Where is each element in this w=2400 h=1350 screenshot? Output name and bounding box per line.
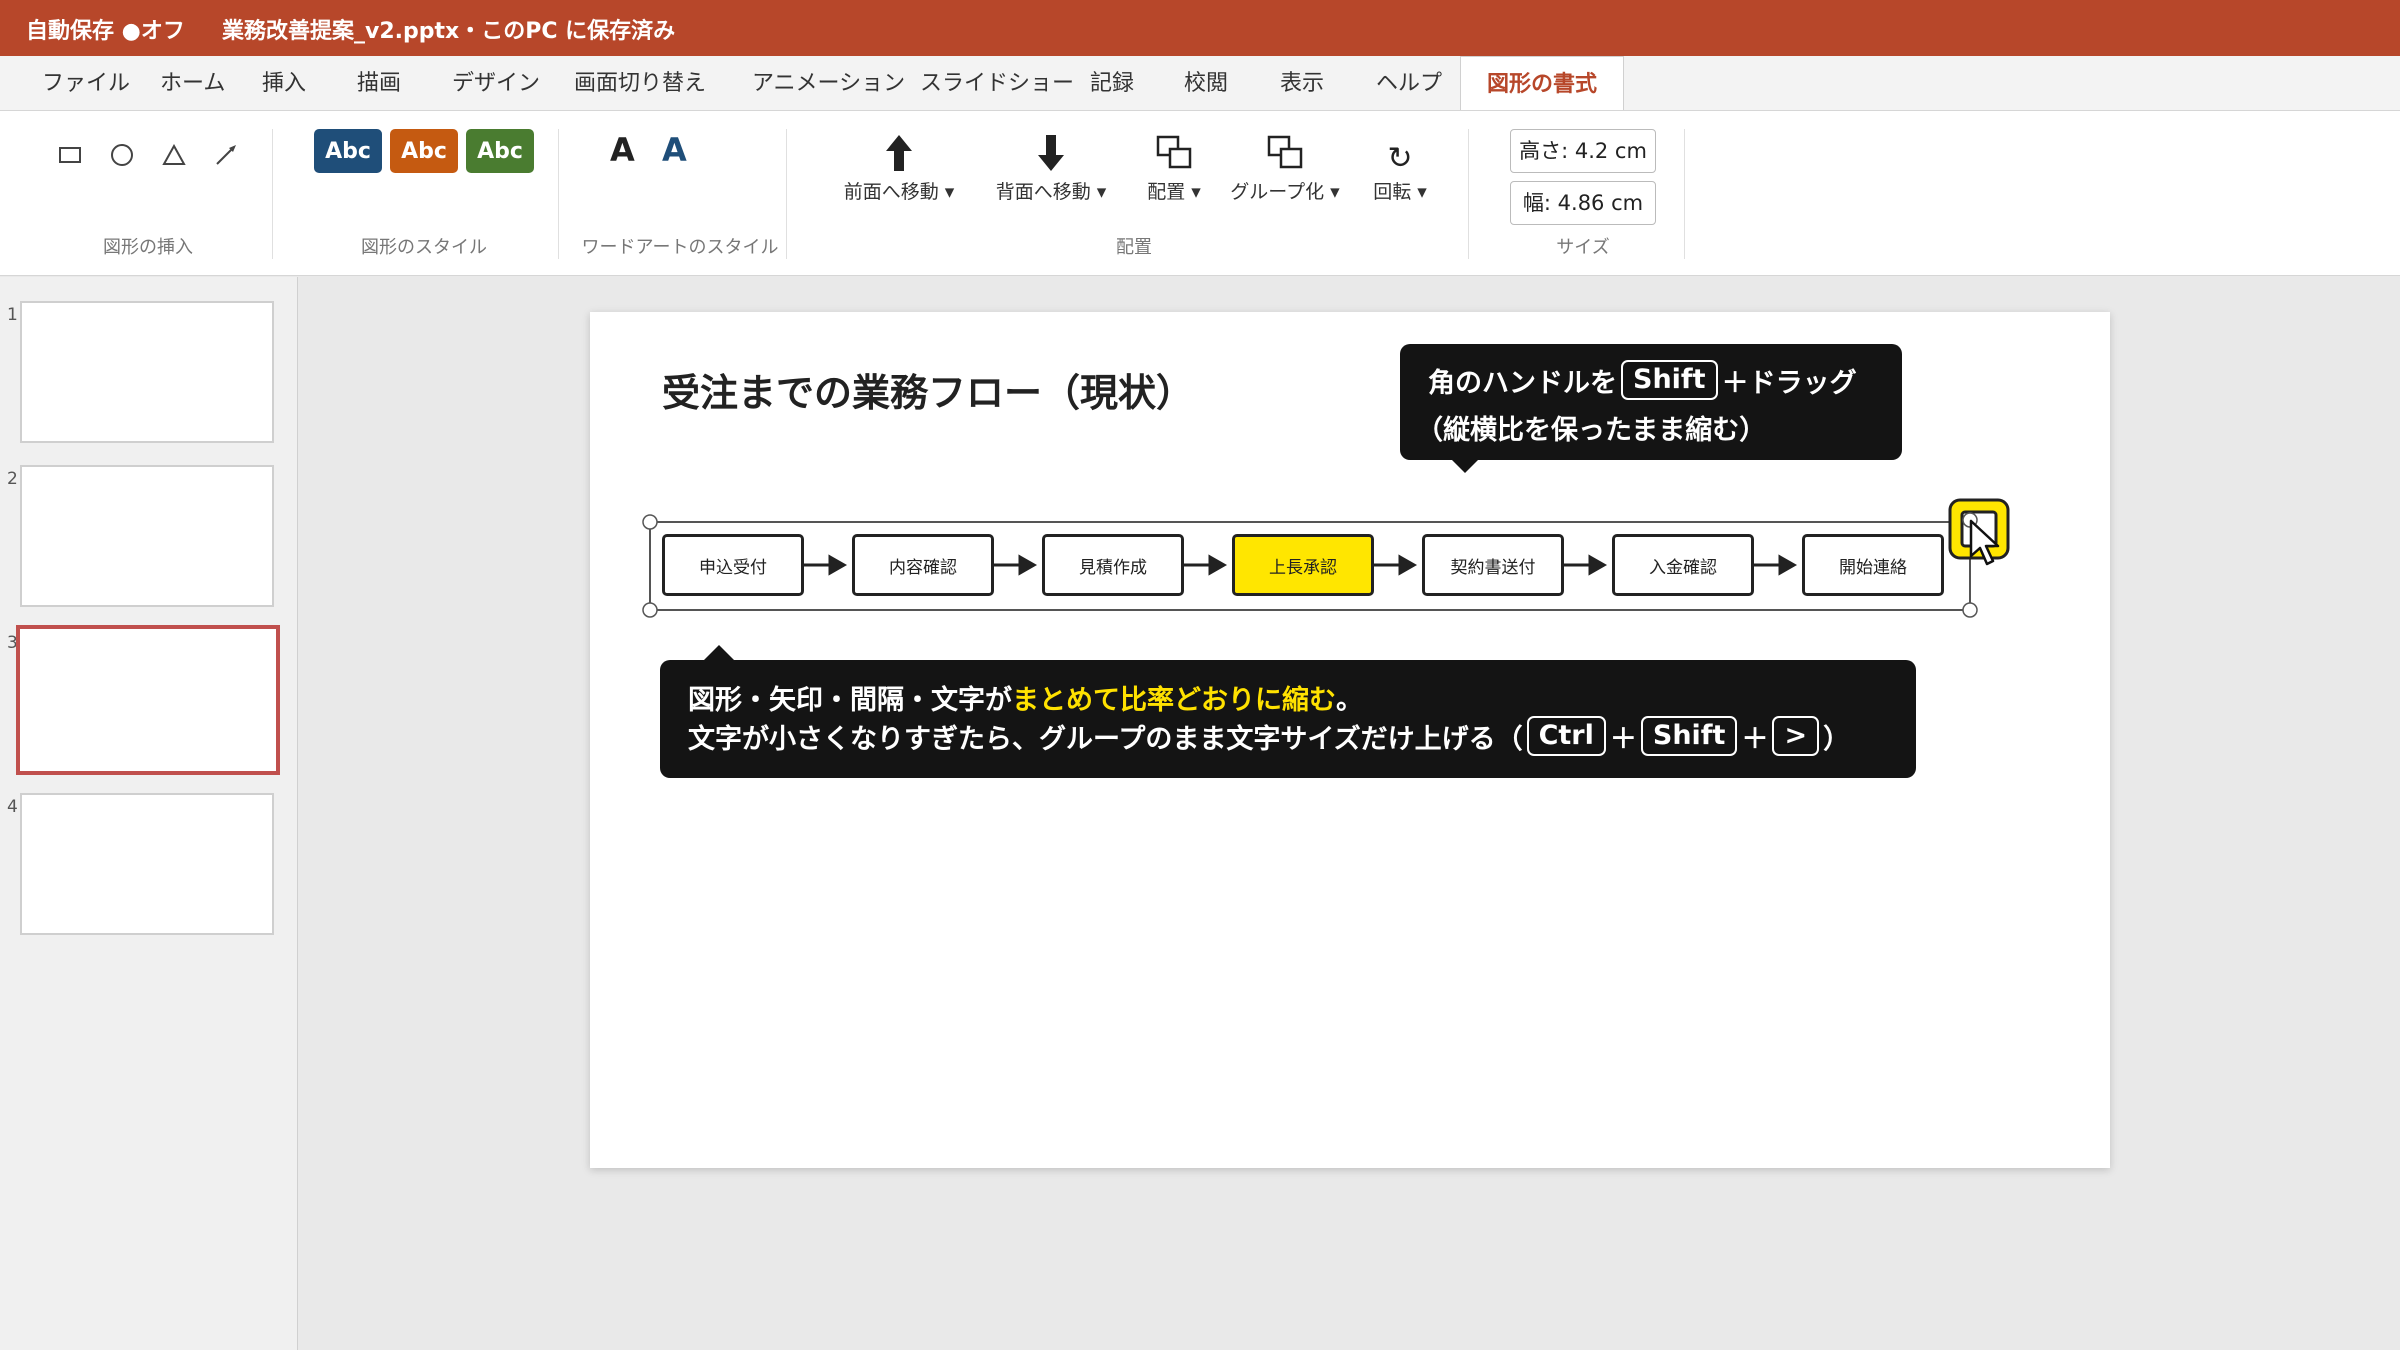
send-backward-icon xyxy=(986,129,1116,177)
rotate-label: 回転 xyxy=(1373,181,1412,203)
title-bar: 自動保存 ●オフ 業務改善提案_v2.pptx・このPC に保存済み xyxy=(0,0,2400,56)
flow-step-2[interactable]: 内容確認 xyxy=(852,534,994,596)
callout-highlight-text: まとめて比率どおりに縮む xyxy=(1012,685,1336,716)
slide-thumbnail-4[interactable] xyxy=(20,793,274,935)
slide-thumbnail-3[interactable] xyxy=(16,625,280,775)
callout-text: 図形・矢印・間隔・文字が xyxy=(688,685,1012,716)
shape-style-orange[interactable]: Abc xyxy=(390,129,458,173)
flow-step-4[interactable]: 上長承認 xyxy=(1232,534,1374,596)
line-icon[interactable] xyxy=(206,135,246,175)
rotate-button[interactable]: ↻ 回転 ▾ xyxy=(1358,129,1442,204)
align-button[interactable]: 配置 ▾ xyxy=(1134,129,1214,204)
bring-forward-button[interactable]: 前面へ移動 ▾ xyxy=(834,129,964,204)
slide-thumbnail-pane: 1 2 3 4 xyxy=(0,277,298,1350)
slide-thumbnail-2[interactable] xyxy=(20,465,274,607)
callout-text: ） xyxy=(1823,723,1851,755)
align-icon xyxy=(1134,129,1214,177)
group-label-wordart: ワードアートのスタイル xyxy=(581,237,779,258)
resize-handle-bottom-left[interactable] xyxy=(642,602,658,618)
callout-scale-explanation: 図形・矢印・間隔・文字が まとめて比率どおりに縮む。 文字が小さくなりすぎたら、グ… xyxy=(660,645,1916,778)
wordart-style-black[interactable]: A xyxy=(610,131,635,169)
mouse-cursor-icon xyxy=(1969,519,2000,566)
shape-style-blue[interactable]: Abc xyxy=(314,129,382,173)
group-button[interactable]: グループ化 ▾ xyxy=(1230,129,1340,204)
tab-review[interactable]: 校閲 xyxy=(1184,56,1228,110)
align-label: 配置 xyxy=(1147,181,1186,203)
ribbon-tabs: ファイル ホーム 挿入 描画 デザイン 画面切り替え アニメーション スライドシ… xyxy=(0,56,2400,110)
slide-thumbnail-1[interactable] xyxy=(20,301,274,443)
tab-record[interactable]: 記録 xyxy=(1090,56,1134,110)
document-title: 業務改善提案_v2.pptx・このPC に保存済み xyxy=(222,19,676,44)
group-label-shape-styles: 図形のスタイル xyxy=(361,237,487,258)
group-icon xyxy=(1230,129,1340,177)
width-field[interactable]: 幅: 4.86 cm xyxy=(1510,181,1656,225)
tab-insert[interactable]: 挿入 xyxy=(262,56,306,110)
slide-number: 4 xyxy=(7,797,18,817)
tab-animations[interactable]: アニメーション xyxy=(752,56,905,110)
tab-design[interactable]: デザイン xyxy=(452,56,540,110)
height-field[interactable]: 高さ: 4.2 cm xyxy=(1510,129,1656,173)
group-label-insert-shapes: 図形の挿入 xyxy=(103,237,193,258)
tab-file[interactable]: ファイル xyxy=(42,56,130,110)
callout-text: 文字が小さくなりすぎたら、グループのまま文字サイズだけ上げる（ xyxy=(688,723,1523,755)
divider xyxy=(1684,129,1685,259)
tab-slideshow[interactable]: スライドショー xyxy=(920,56,1074,110)
callout-pointer xyxy=(704,645,734,660)
send-backward-label: 背面へ移動 xyxy=(995,181,1091,203)
wordart-style-blue[interactable]: A xyxy=(662,131,687,169)
flow-step-5[interactable]: 契約書送付 xyxy=(1422,534,1564,596)
callout-text: 。 xyxy=(1336,685,1363,716)
bring-forward-icon xyxy=(834,129,964,177)
tab-view[interactable]: 表示 xyxy=(1280,56,1324,110)
group-label: グループ化 xyxy=(1230,181,1325,203)
tab-shape-format[interactable]: 図形の書式 xyxy=(1460,56,1624,110)
rectangle-icon[interactable] xyxy=(50,135,90,175)
group-label-arrange: 配置 xyxy=(1116,237,1152,258)
flow-step-7[interactable]: 開始連絡 xyxy=(1802,534,1944,596)
slide-number: 2 xyxy=(7,469,18,489)
divider xyxy=(786,129,787,259)
send-backward-button[interactable]: 背面へ移動 ▾ xyxy=(986,129,1116,204)
divider xyxy=(1468,129,1469,259)
greater-than-key: > xyxy=(1772,716,1820,756)
divider xyxy=(558,129,559,259)
tab-help[interactable]: ヘルプ xyxy=(1376,56,1442,110)
plus-sign: ＋ xyxy=(1609,723,1637,755)
group-label-size: サイズ xyxy=(1556,237,1610,258)
slide-canvas[interactable]: 受注までの業務フロー（現状） 角のハンドルを Shift ＋ドラッグ （縦横比を… xyxy=(590,312,2110,1168)
tab-home[interactable]: ホーム xyxy=(160,56,225,110)
ribbon: 図形の挿入 Abc Abc Abc 図形のスタイル A A ワードアートのスタイ… xyxy=(0,110,2400,276)
bring-forward-label: 前面へ移動 xyxy=(843,181,939,203)
shift-key: Shift xyxy=(1640,716,1738,756)
resize-handle-bottom-right[interactable] xyxy=(1962,602,1978,618)
autosave-toggle[interactable]: 自動保存 ●オフ xyxy=(26,13,185,45)
plus-sign: ＋ xyxy=(1741,723,1769,755)
tab-draw[interactable]: 描画 xyxy=(357,56,401,110)
flow-step-1[interactable]: 申込受付 xyxy=(662,534,804,596)
tab-transitions[interactable]: 画面切り替え xyxy=(574,56,706,110)
resize-handle-top-left[interactable] xyxy=(642,514,658,530)
flow-step-3[interactable]: 見積作成 xyxy=(1042,534,1184,596)
triangle-icon[interactable] xyxy=(154,135,194,175)
ctrl-key: Ctrl xyxy=(1526,716,1606,756)
circle-icon[interactable] xyxy=(102,135,142,175)
rotate-icon: ↻ xyxy=(1387,140,1413,176)
flow-step-6[interactable]: 入金確認 xyxy=(1612,534,1754,596)
shape-style-green[interactable]: Abc xyxy=(466,129,534,173)
divider xyxy=(272,129,273,259)
slide-number: 1 xyxy=(7,305,18,325)
